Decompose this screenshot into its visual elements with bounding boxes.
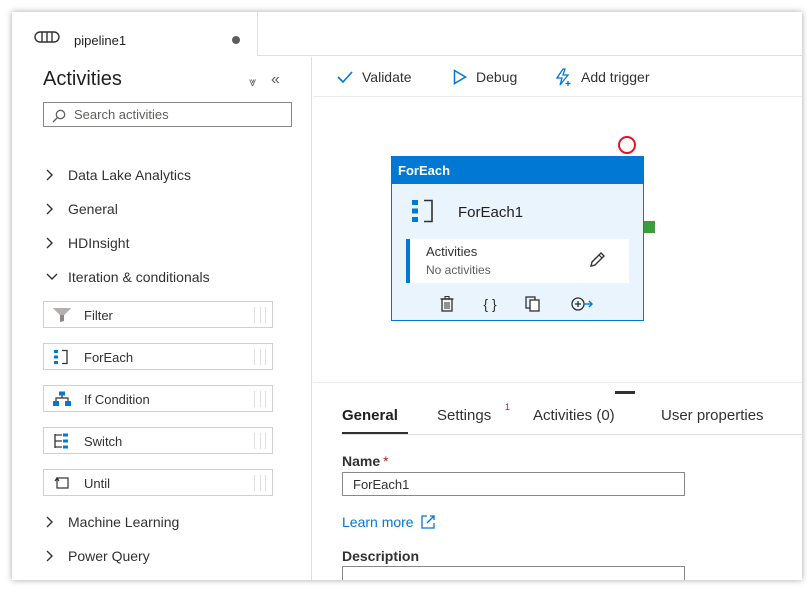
activity-switch[interactable]: Switch (43, 427, 273, 454)
inner-activities-title: Activities (426, 244, 478, 259)
active-tab-indicator (342, 432, 408, 434)
activities-panel: Activities ⩔ « Data Lake Analytics Gener… (12, 57, 312, 580)
tab-title: pipeline1 (74, 33, 127, 48)
activity-label: Switch (84, 434, 123, 449)
node-type-label: ForEach (398, 163, 451, 178)
data-factory-window: pipeline1 Activities ⩔ « Data Lake Analy… (12, 12, 802, 580)
external-link-icon (420, 515, 435, 529)
validate-button[interactable]: Validate (337, 66, 412, 88)
category-label: Data Lake Analytics (68, 167, 191, 183)
debug-label: Debug (476, 69, 518, 85)
chevron-right-icon (46, 169, 60, 181)
category-label: Power Query (68, 548, 150, 564)
drag-handle-icon[interactable] (254, 349, 266, 365)
activity-label: ForEach (84, 350, 134, 365)
success-output-handle[interactable] (644, 221, 655, 233)
category-data-lake-analytics[interactable]: Data Lake Analytics (46, 164, 191, 186)
category-label: HDInsight (68, 235, 130, 251)
category-general[interactable]: General (46, 198, 118, 220)
node-actions-bar: { } (392, 294, 643, 316)
description-field[interactable] (342, 566, 685, 580)
copy-icon[interactable] (523, 294, 543, 314)
delete-icon[interactable] (437, 294, 457, 314)
checkmark-icon (337, 71, 353, 83)
node-name: ForEach1 (458, 204, 524, 221)
description-label: Description (342, 548, 420, 564)
unsaved-dot-icon (232, 36, 240, 44)
category-label: General (68, 201, 118, 217)
name-label-text: Name (342, 453, 381, 469)
code-braces-icon[interactable]: { } (480, 294, 500, 314)
inner-activities-subtitle: No activities (426, 263, 491, 277)
pipeline-canvas[interactable]: ForEach ForEach1 Activities No activitie… (313, 98, 802, 380)
hide-panel-icon[interactable]: « (271, 71, 280, 89)
required-asterisk: * (383, 453, 389, 469)
chevron-down-icon (46, 273, 60, 281)
tab-bar: pipeline1 (12, 12, 802, 56)
category-label: Iteration & conditionals (68, 269, 210, 285)
activity-until[interactable]: Until (43, 469, 273, 496)
chevron-right-icon (46, 203, 60, 215)
collapse-all-icon[interactable]: ⩔ (249, 74, 256, 90)
activities-title: Activities (43, 68, 122, 90)
activity-filter[interactable]: Filter (43, 301, 273, 328)
activity-foreach[interactable]: ForEach (43, 343, 273, 370)
learn-more-text: Learn more (342, 514, 414, 530)
category-power-query[interactable]: Power Query (46, 545, 150, 567)
search-icon (52, 109, 66, 123)
inner-activities-panel[interactable]: Activities No activities (406, 239, 629, 283)
category-machine-learning[interactable]: Machine Learning (46, 511, 179, 533)
search-input[interactable] (74, 105, 284, 124)
tab-settings[interactable]: Settings (437, 407, 491, 424)
drag-handle-icon[interactable] (254, 391, 266, 407)
tabs-divider (342, 434, 802, 435)
activity-label: Filter (84, 308, 113, 323)
lightning-icon (555, 68, 571, 86)
category-hdinsight[interactable]: HDInsight (46, 232, 129, 254)
switch-icon (54, 433, 68, 449)
search-box (43, 102, 292, 127)
tab-user-properties[interactable]: User properties (661, 407, 764, 424)
activity-label: Until (84, 476, 111, 491)
settings-badge: 1 (505, 402, 511, 412)
activity-if-condition[interactable]: If Condition (43, 385, 273, 412)
add-output-icon[interactable] (570, 294, 596, 314)
chevron-right-icon (46, 516, 60, 528)
category-iteration-conditionals[interactable]: Iteration & conditionals (46, 266, 210, 288)
debug-button[interactable]: Debug (453, 66, 517, 88)
validate-label: Validate (362, 69, 412, 85)
category-label: Machine Learning (68, 514, 180, 530)
drag-handle-icon[interactable] (254, 307, 266, 323)
chevron-right-icon (46, 237, 60, 249)
pipeline-icon (34, 31, 60, 43)
properties-pane: General Settings 1 Activities (0) User p… (313, 382, 802, 580)
tab-general[interactable]: General (342, 407, 398, 424)
until-icon (54, 476, 69, 489)
learn-more-link[interactable]: Learn more (342, 514, 435, 530)
name-field[interactable] (342, 472, 685, 496)
pipeline-toolbar: Validate Debug Add trigger (313, 57, 802, 97)
filter-icon (53, 308, 71, 322)
add-trigger-label: Add trigger (581, 69, 650, 85)
add-trigger-button[interactable]: Add trigger (554, 66, 649, 88)
if-condition-icon (53, 391, 71, 406)
foreach-icon (412, 199, 433, 223)
drag-handle-icon[interactable] (254, 433, 266, 449)
chevron-right-icon (46, 550, 60, 562)
play-icon (453, 69, 467, 85)
failure-output-handle[interactable] (618, 136, 636, 154)
drag-handle-icon[interactable] (254, 475, 266, 491)
pencil-icon[interactable] (588, 251, 606, 269)
tab-activities[interactable]: Activities (0) (533, 407, 615, 424)
activity-label: If Condition (84, 392, 150, 407)
name-label: Name * (342, 453, 389, 469)
foreach-icon (54, 349, 68, 365)
pane-splitter-handle[interactable] (615, 391, 635, 394)
node-header: ForEach (392, 157, 643, 184)
foreach-activity-node[interactable]: ForEach ForEach1 Activities No activitie… (391, 156, 644, 321)
tab-pipeline1[interactable]: pipeline1 (12, 12, 258, 56)
